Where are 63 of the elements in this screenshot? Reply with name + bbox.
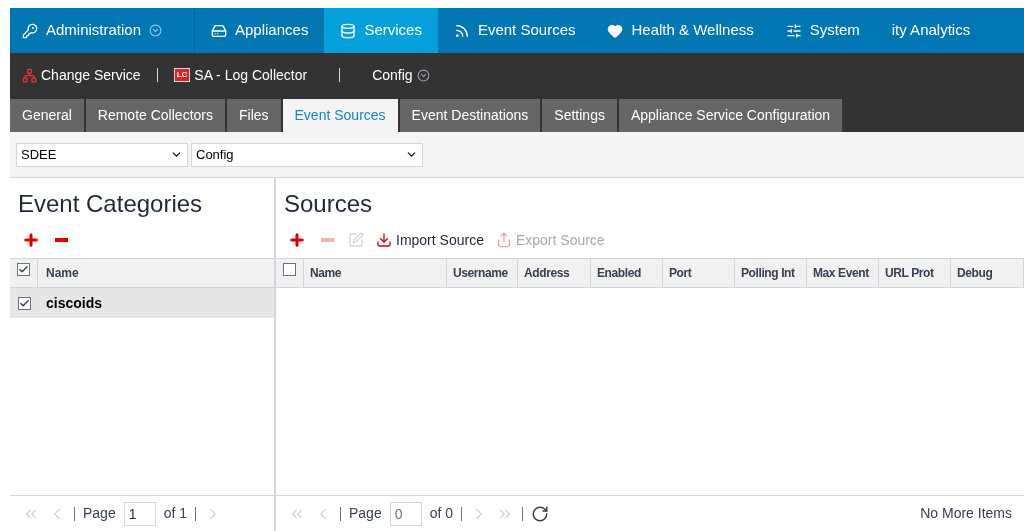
checkbox[interactable] (283, 263, 296, 276)
column-header: Enabled (597, 265, 641, 282)
plus-icon (288, 231, 306, 249)
page-count: of 0 (429, 504, 454, 523)
add-button[interactable] (22, 231, 40, 249)
import-source-button[interactable]: Import Source (376, 229, 484, 251)
dropdown-icon[interactable] (149, 24, 163, 37)
service-badge: LC (173, 68, 191, 82)
page-input[interactable]: 0 (389, 501, 422, 526)
category-name: ciscoids (45, 293, 104, 313)
panel-title: Event Categories (17, 189, 204, 219)
column-header: Polling Int (741, 265, 795, 282)
column-header: Max Event (813, 265, 869, 282)
database-icon (340, 22, 357, 39)
column-header: Port (669, 265, 692, 282)
column-header: Address (524, 265, 570, 282)
page-label: Page (349, 504, 382, 523)
checkbox[interactable] (17, 296, 31, 310)
type-select[interactable]: SDEE (16, 142, 188, 167)
key-icon (22, 22, 38, 39)
nav-tab[interactable]: Appliances (195, 8, 325, 53)
column-header: Username (453, 265, 508, 282)
panel-title: Sources (283, 189, 374, 219)
tab[interactable]: Event Sources (282, 99, 398, 132)
edit-icon (348, 232, 364, 248)
minus-icon (320, 238, 334, 242)
nav-tab[interactable]: Services (324, 8, 438, 53)
tab[interactable]: General (10, 99, 84, 132)
tab[interactable]: Appliance Service Configuration (618, 99, 843, 132)
network-icon (22, 67, 37, 83)
minus-icon (54, 238, 68, 242)
page-count: of 1 (163, 504, 188, 523)
view-dropdown[interactable]: Config (372, 64, 430, 86)
change-service-button[interactable]: Change Service (22, 64, 141, 86)
refresh-icon[interactable] (531, 504, 550, 523)
download-icon (376, 232, 392, 248)
service-name: SA - Log Collector (194, 65, 308, 85)
heart-icon (607, 22, 624, 39)
tab[interactable]: Files (226, 99, 281, 132)
category-row[interactable]: ciscoids (10, 288, 274, 318)
page-input[interactable]: 1 (123, 501, 156, 526)
column-header: Debug (957, 265, 993, 282)
plus-icon (22, 231, 40, 249)
share-icon (495, 232, 512, 248)
dropdown-icon (416, 68, 430, 82)
nav-tab[interactable]: System (769, 8, 876, 53)
column-header: Name (310, 265, 342, 282)
sliders-icon (785, 22, 802, 39)
tab[interactable]: Remote Collectors (85, 99, 225, 132)
drive-icon (211, 22, 227, 39)
column-header: Name (45, 265, 80, 282)
nav-tab[interactable]: ity Analytics (875, 8, 987, 53)
column-header: URL Prot (885, 265, 934, 282)
tab[interactable]: Event Destinations (399, 99, 541, 132)
mode-select[interactable]: Config (191, 142, 423, 167)
nav-tab[interactable]: Event Sources (437, 8, 592, 53)
checkbox[interactable] (17, 263, 30, 276)
page-label: Page (83, 504, 116, 523)
pager-status: No More Items (920, 504, 1012, 523)
rss-icon (453, 22, 470, 39)
nav-tab[interactable]: Health & Wellness (591, 8, 770, 53)
add-button[interactable] (288, 231, 306, 249)
tab[interactable]: Settings (542, 99, 617, 132)
